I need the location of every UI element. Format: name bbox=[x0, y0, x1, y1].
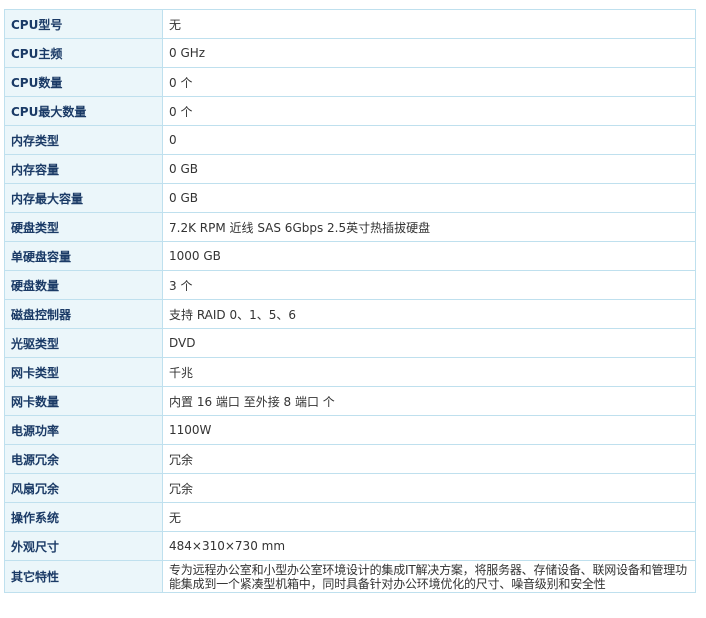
table-row: 硬盘类型 7.2K RPM 近线 SAS 6Gbps 2.5英寸热插拔硬盘 bbox=[4, 212, 696, 242]
spec-value: 0 bbox=[162, 125, 696, 155]
table-row: 磁盘控制器 支持 RAID 0、1、5、6 bbox=[4, 299, 696, 329]
spec-label: CPU主频 bbox=[4, 38, 163, 68]
spec-label: 单硬盘容量 bbox=[4, 241, 163, 271]
spec-value: 484×310×730 mm bbox=[162, 531, 696, 561]
table-row: CPU最大数量 0 个 bbox=[4, 96, 696, 126]
spec-label: 其它特性 bbox=[4, 560, 163, 593]
table-row: 操作系统 无 bbox=[4, 502, 696, 532]
spec-label: 操作系统 bbox=[4, 502, 163, 532]
spec-label: 网卡数量 bbox=[4, 386, 163, 416]
spec-label: 磁盘控制器 bbox=[4, 299, 163, 329]
spec-label: CPU型号 bbox=[4, 9, 163, 39]
spec-value: 1100W bbox=[162, 415, 696, 445]
spec-label: 内存容量 bbox=[4, 154, 163, 184]
spec-value: 无 bbox=[162, 502, 696, 532]
spec-value: 内置 16 端口 至外接 8 端口 个 bbox=[162, 386, 696, 416]
spec-label: CPU数量 bbox=[4, 67, 163, 97]
table-row: CPU主频 0 GHz bbox=[4, 38, 696, 68]
spec-value: 冗余 bbox=[162, 473, 696, 503]
table-row: 内存类型 0 bbox=[4, 125, 696, 155]
spec-value: 0 GHz bbox=[162, 38, 696, 68]
spec-value: 0 GB bbox=[162, 183, 696, 213]
spec-label: 外观尺寸 bbox=[4, 531, 163, 561]
spec-label: 网卡类型 bbox=[4, 357, 163, 387]
table-row: 网卡数量 内置 16 端口 至外接 8 端口 个 bbox=[4, 386, 696, 416]
table-row: 内存最大容量 0 GB bbox=[4, 183, 696, 213]
spec-label: CPU最大数量 bbox=[4, 96, 163, 126]
spec-value: 专为远程办公室和小型办公室环境设计的集成IT解决方案，将服务器、存储设备、联网设… bbox=[162, 560, 696, 593]
spec-value: DVD bbox=[162, 328, 696, 358]
spec-label: 风扇冗余 bbox=[4, 473, 163, 503]
table-row: CPU型号 无 bbox=[4, 9, 696, 39]
spec-label: 硬盘类型 bbox=[4, 212, 163, 242]
spec-label: 内存最大容量 bbox=[4, 183, 163, 213]
spec-label: 电源功率 bbox=[4, 415, 163, 445]
table-row: 硬盘数量 3 个 bbox=[4, 270, 696, 300]
spec-label: 硬盘数量 bbox=[4, 270, 163, 300]
spec-value: 1000 GB bbox=[162, 241, 696, 271]
spec-value: 0 个 bbox=[162, 96, 696, 126]
spec-value: 支持 RAID 0、1、5、6 bbox=[162, 299, 696, 329]
table-row: 内存容量 0 GB bbox=[4, 154, 696, 184]
spec-value: 0 GB bbox=[162, 154, 696, 184]
table-row: CPU数量 0 个 bbox=[4, 67, 696, 97]
spec-value: 冗余 bbox=[162, 444, 696, 474]
table-row: 外观尺寸 484×310×730 mm bbox=[4, 531, 696, 561]
spec-value: 3 个 bbox=[162, 270, 696, 300]
table-row: 光驱类型 DVD bbox=[4, 328, 696, 358]
table-row: 电源功率 1100W bbox=[4, 415, 696, 445]
table-row: 电源冗余 冗余 bbox=[4, 444, 696, 474]
spec-value: 7.2K RPM 近线 SAS 6Gbps 2.5英寸热插拔硬盘 bbox=[162, 212, 696, 242]
table-row: 风扇冗余 冗余 bbox=[4, 473, 696, 503]
spec-value: 无 bbox=[162, 9, 696, 39]
table-row: 网卡类型 千兆 bbox=[4, 357, 696, 387]
table-row: 单硬盘容量 1000 GB bbox=[4, 241, 696, 271]
spec-value: 0 个 bbox=[162, 67, 696, 97]
spec-label: 光驱类型 bbox=[4, 328, 163, 358]
spec-label: 电源冗余 bbox=[4, 444, 163, 474]
spec-table: CPU型号 无 CPU主频 0 GHz CPU数量 0 个 CPU最大数量 0 … bbox=[4, 9, 696, 593]
spec-value: 千兆 bbox=[162, 357, 696, 387]
spec-label: 内存类型 bbox=[4, 125, 163, 155]
table-row: 其它特性 专为远程办公室和小型办公室环境设计的集成IT解决方案，将服务器、存储设… bbox=[4, 560, 696, 593]
